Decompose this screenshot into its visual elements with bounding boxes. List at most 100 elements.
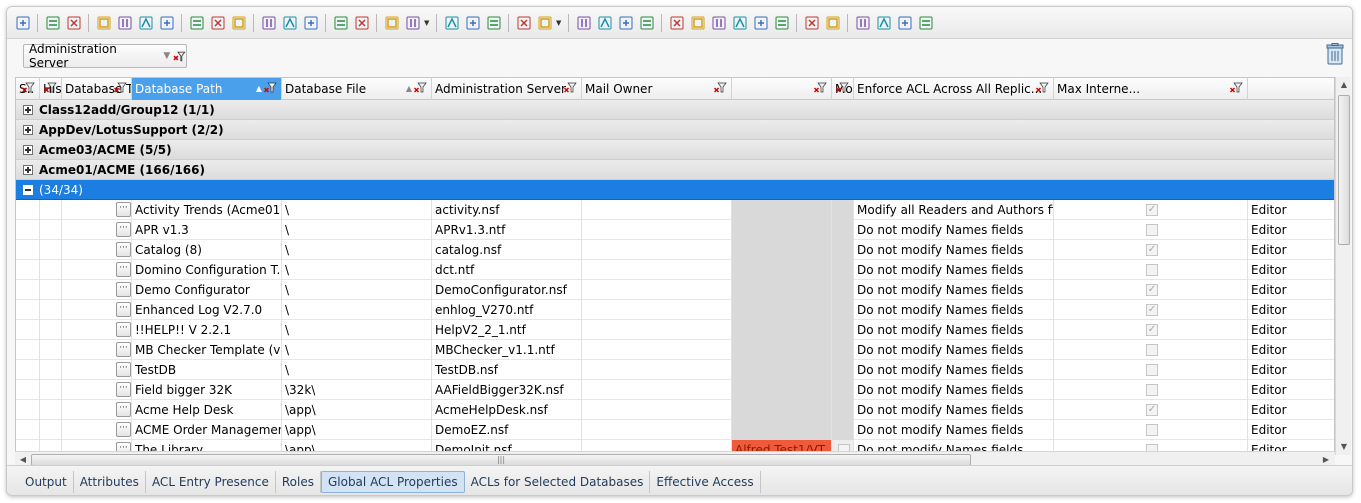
- trash-icon[interactable]: [1326, 43, 1344, 65]
- table-row[interactable]: TestDB \ TestDB.nsf Do not modify Names fie…: [16, 360, 1334, 380]
- table-row[interactable]: Acme Help Desk \app\ AcmeHelpDesk.nsf Do no…: [16, 400, 1334, 420]
- window-icon[interactable]: [382, 13, 401, 32]
- columns2-icon[interactable]: [208, 13, 227, 32]
- column-filter-icon[interactable]: [264, 82, 277, 95]
- table-row[interactable]: Catalog (8) \ catalog.nsf Do not modify Nam…: [16, 240, 1334, 260]
- tab-effective-access[interactable]: Effective Access: [650, 470, 761, 493]
- table-row[interactable]: ACME Order Management \app\ DemoEZ.nsf Do n…: [16, 420, 1334, 440]
- column-header-history[interactable]: History: [40, 78, 62, 100]
- keyboard-icon[interactable]: [802, 13, 821, 32]
- column-filter-icon[interactable]: [1036, 82, 1049, 95]
- table-row[interactable]: Enhanced Log V2.7.0 \ enhlog_V270.ntf Do no…: [16, 300, 1334, 320]
- refresh-icon[interactable]: [13, 13, 32, 32]
- column-header-mail-owner-flag[interactable]: [732, 78, 832, 100]
- gear-icon[interactable]: [823, 13, 842, 32]
- tab-global-acl-properties[interactable]: Global ACL Properties: [320, 470, 465, 493]
- zoom-in-icon[interactable]: [442, 13, 461, 32]
- filter-remove-icon[interactable]: [173, 50, 186, 63]
- move-icon[interactable]: [772, 13, 791, 32]
- enforce-acl-checkbox[interactable]: [1146, 224, 1158, 236]
- row-details-button[interactable]: ···: [116, 422, 131, 437]
- column-filter-icon[interactable]: [414, 82, 427, 95]
- tree-icon[interactable]: [751, 13, 770, 32]
- expand-icon[interactable]: [23, 144, 33, 155]
- column-header-s[interactable]: S..: [16, 78, 40, 100]
- enforce-acl-checkbox[interactable]: [1146, 364, 1158, 376]
- table-row[interactable]: MB Checker Template (v1...\MBChecker_v1.…: [16, 340, 1334, 360]
- tab-attributes[interactable]: Attributes: [74, 470, 146, 493]
- column-filter-icon[interactable]: [814, 82, 827, 95]
- column-header-database-path[interactable]: Database Path ▲: [132, 78, 282, 100]
- network-icon[interactable]: [157, 13, 176, 32]
- column-filter-icon[interactable]: [564, 82, 577, 95]
- enforce-acl-checkbox-checked[interactable]: ✓: [1146, 284, 1158, 296]
- row-details-button[interactable]: ···: [116, 302, 131, 317]
- group-row[interactable]: Acme03/ACME (5/5): [16, 140, 1334, 160]
- row-details-button[interactable]: ···: [116, 342, 131, 357]
- expand-icon[interactable]: [23, 164, 33, 175]
- row-details-button[interactable]: ···: [116, 362, 131, 377]
- column-filter-icon[interactable]: [1230, 82, 1243, 95]
- table-row[interactable]: !!HELP!! V 2.2.1 \ HelpV2_2_1.ntf Do not mo…: [16, 320, 1334, 340]
- export-doc-icon[interactable]: [895, 13, 914, 32]
- row-details-button[interactable]: ···: [116, 242, 131, 257]
- column-filter-icon[interactable]: [114, 82, 127, 95]
- column-filter-icon[interactable]: [836, 82, 849, 95]
- report-icon[interactable]: [916, 13, 935, 32]
- chevron-down-icon[interactable]: ▼: [424, 19, 431, 27]
- enforce-acl-checkbox-checked[interactable]: ✓: [1146, 324, 1158, 336]
- filter-icon[interactable]: [514, 13, 533, 32]
- tree-add-icon[interactable]: [115, 13, 134, 32]
- enforce-acl-checkbox-checked[interactable]: ✓: [1146, 244, 1158, 256]
- expand-icon[interactable]: [23, 104, 33, 115]
- layout-icon[interactable]: [403, 13, 422, 32]
- zoom-out-icon[interactable]: [484, 13, 503, 32]
- sort-ascending-icon[interactable]: ▲: [256, 84, 262, 93]
- enforce-acl-checkbox-checked[interactable]: ✓: [1146, 404, 1158, 416]
- table-row[interactable]: Activity Trends (Acme01) \ activity.nsf Mod…: [16, 200, 1334, 220]
- enforce-acl-checkbox-checked[interactable]: ✓: [1146, 204, 1158, 216]
- column-header-database-file[interactable]: Database File ▲: [282, 78, 432, 100]
- row-details-button[interactable]: ···: [116, 382, 131, 397]
- panel2-icon[interactable]: [595, 13, 614, 32]
- chevron-down-icon[interactable]: ▼: [556, 19, 563, 27]
- row-details-button[interactable]: ···: [116, 222, 131, 237]
- column-header-modify-reader-and-author[interactable]: Modify Reader and Author: [832, 78, 854, 100]
- zoom-in2-icon[interactable]: [463, 13, 482, 32]
- list-icon[interactable]: [730, 13, 749, 32]
- remove-icon[interactable]: [64, 13, 83, 32]
- row-details-button[interactable]: ···: [116, 322, 131, 337]
- table-row[interactable]: Domino Configuration T... \ dct.ntf Do not …: [16, 260, 1334, 280]
- column-header-mail-owner[interactable]: Mail Owner: [582, 78, 732, 100]
- columns3-icon[interactable]: [229, 13, 248, 32]
- split-icon[interactable]: [667, 13, 686, 32]
- column-filter-icon[interactable]: [44, 82, 57, 95]
- grid2-icon[interactable]: [709, 13, 728, 32]
- gear3-icon[interactable]: [874, 13, 893, 32]
- gear2-icon[interactable]: [853, 13, 872, 32]
- enforce-acl-checkbox[interactable]: [1146, 384, 1158, 396]
- group-row[interactable]: Acme01/ACME (166/166): [16, 160, 1334, 180]
- filter-chip-administration-server[interactable]: Administration Server ▼: [23, 42, 187, 70]
- column-header-enforce-acl-across-all-replic[interactable]: Enforce ACL Across All Replic...: [854, 78, 1054, 100]
- sort-ascending-icon[interactable]: ▲: [406, 84, 412, 93]
- enforce-acl-checkbox[interactable]: [1146, 424, 1158, 436]
- scroll-up-icon[interactable]: ▲: [1337, 78, 1351, 92]
- expand-icon[interactable]: [23, 124, 33, 135]
- copy-icon[interactable]: [280, 13, 299, 32]
- add-entry-icon[interactable]: [94, 13, 113, 32]
- table-row[interactable]: Demo Configurator \ DemoConfigurator.nsf Do…: [16, 280, 1334, 300]
- copy-tree-icon[interactable]: [136, 13, 155, 32]
- table-row[interactable]: APR v1.3 \ APRv1.3.ntf Do not modify Names …: [16, 220, 1334, 240]
- chevron-down-icon[interactable]: ▼: [163, 51, 170, 61]
- tab-acl-entry-presence[interactable]: ACL Entry Presence: [146, 470, 276, 493]
- column-header-administration-server[interactable]: Administration Server: [432, 78, 582, 100]
- column-filter-icon[interactable]: [22, 82, 35, 95]
- columns-icon[interactable]: [187, 13, 206, 32]
- enforce-acl-checkbox[interactable]: [1146, 344, 1158, 356]
- vertical-scroll-thumb[interactable]: [1338, 95, 1350, 245]
- grid-icon[interactable]: [688, 13, 707, 32]
- collapse-icon[interactable]: [23, 184, 33, 195]
- new-icon[interactable]: [535, 13, 554, 32]
- import-icon[interactable]: [352, 13, 371, 32]
